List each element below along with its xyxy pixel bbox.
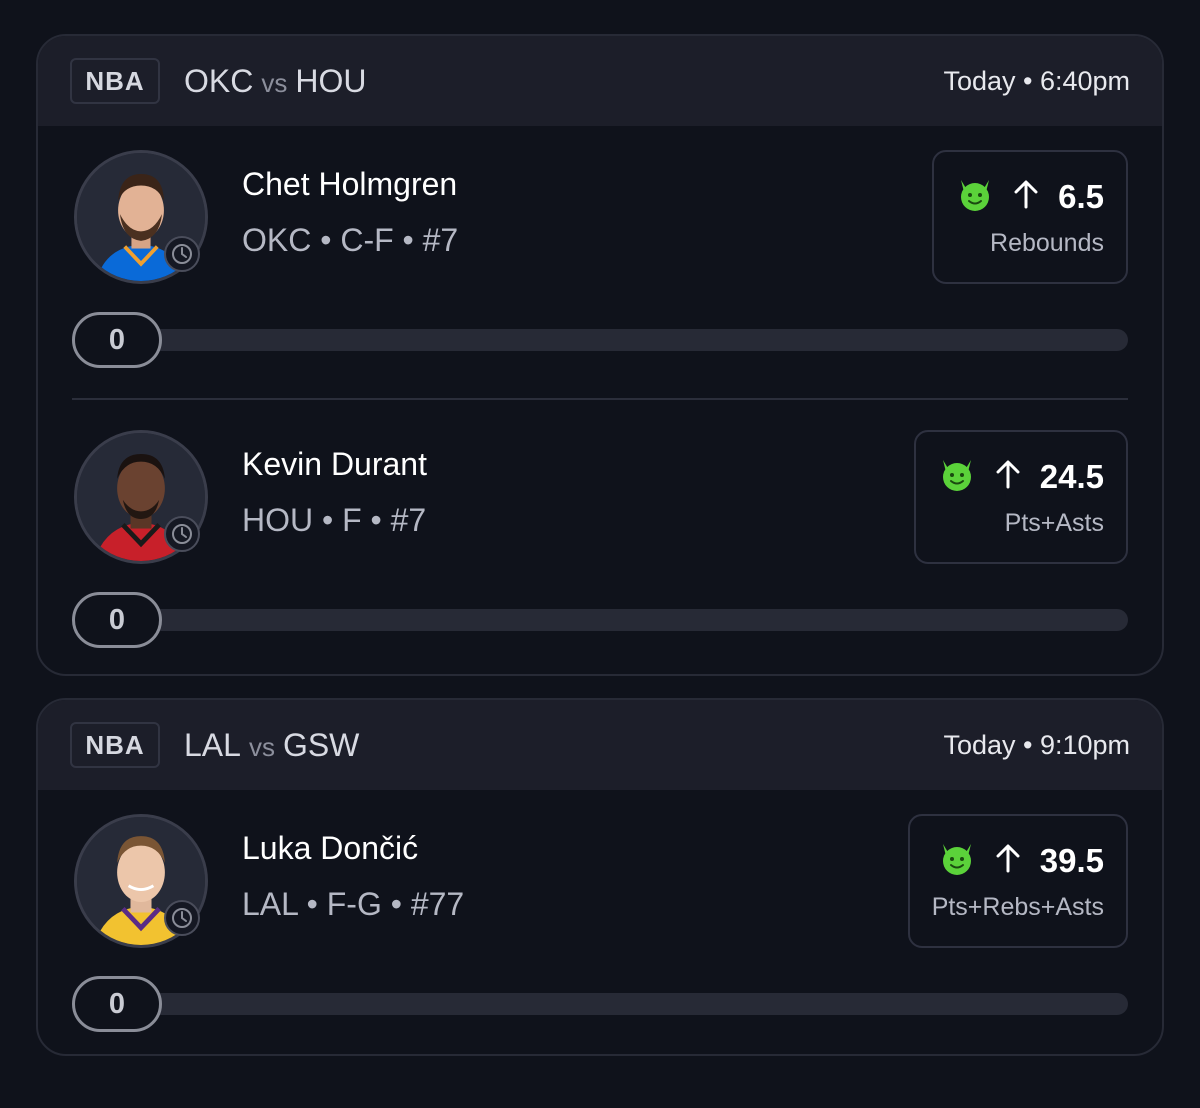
home-team: LAL <box>184 726 241 763</box>
progress-bar: 0 <box>72 976 1128 1032</box>
progress-track <box>132 609 1128 631</box>
matchup[interactable]: OKC vs HOU <box>184 63 366 100</box>
player-row[interactable]: Chet Holmgren OKC • C-F • #7 6.5 Rebound… <box>38 126 1162 398</box>
line-value: 39.5 <box>1039 841 1104 879</box>
home-team: OKC <box>184 62 254 99</box>
stat-type: Rebounds <box>990 229 1104 257</box>
player-name: Kevin Durant <box>242 446 427 482</box>
progress-value: 0 <box>72 592 162 648</box>
clock-icon <box>164 516 200 552</box>
game-time: Today • 6:40pm <box>943 65 1130 96</box>
progress-bar: 0 <box>72 592 1128 648</box>
arrow-up-icon <box>1012 179 1040 214</box>
line-value: 24.5 <box>1039 457 1104 495</box>
game-time: Today • 9:10pm <box>943 729 1130 760</box>
player-meta: HOU • F • #7 <box>242 502 427 538</box>
game-card: NBA LAL vs GSW Today • 9:10pm Luka Donči… <box>36 698 1164 1056</box>
vs-label: vs <box>248 731 275 762</box>
green-demon-icon <box>956 176 994 217</box>
arrow-up-icon <box>994 843 1022 878</box>
player-row[interactable]: Luka Dončić LAL • F-G • #77 39.5 Pts+Reb… <box>38 790 1162 1054</box>
game-card: NBA OKC vs HOU Today • 6:40pm Chet Holmg… <box>36 34 1164 676</box>
projection-box[interactable]: 24.5 Pts+Asts <box>913 430 1128 564</box>
vs-label: vs <box>261 67 288 98</box>
clock-icon <box>164 236 200 272</box>
clock-icon <box>164 900 200 936</box>
projection-box[interactable]: 6.5 Rebounds <box>932 150 1128 284</box>
stat-type: Pts+Rebs+Asts <box>931 893 1104 921</box>
game-header: NBA LAL vs GSW Today • 9:10pm <box>38 700 1162 790</box>
divider <box>72 398 1128 400</box>
progress-value: 0 <box>72 312 162 368</box>
progress-track <box>132 993 1128 1015</box>
progress-track <box>132 329 1128 351</box>
pick-list: NBA OKC vs HOU Today • 6:40pm Chet Holmg… <box>0 0 1200 1108</box>
away-team: HOU <box>295 62 367 99</box>
league-badge: NBA <box>70 58 160 104</box>
player-name: Luka Dončić <box>242 830 419 866</box>
game-header: NBA OKC vs HOU Today • 6:40pm <box>38 36 1162 126</box>
league-badge: NBA <box>70 722 160 768</box>
matchup[interactable]: LAL vs GSW <box>184 727 359 764</box>
away-team: GSW <box>282 726 360 763</box>
player-name: Chet Holmgren <box>242 166 458 202</box>
projection-box[interactable]: 39.5 Pts+Rebs+Asts <box>907 814 1128 948</box>
green-demon-icon <box>938 456 976 497</box>
progress-value: 0 <box>72 976 162 1032</box>
player-meta: LAL • F-G • #77 <box>242 886 465 922</box>
stat-type: Pts+Asts <box>1004 509 1104 537</box>
green-demon-icon <box>938 840 976 881</box>
arrow-up-icon <box>994 459 1022 494</box>
progress-bar: 0 <box>72 312 1128 368</box>
player-row[interactable]: Kevin Durant HOU • F • #7 24.5 Pts+Asts … <box>38 398 1162 674</box>
line-value: 6.5 <box>1058 177 1104 215</box>
player-meta: OKC • C-F • #7 <box>242 222 459 258</box>
